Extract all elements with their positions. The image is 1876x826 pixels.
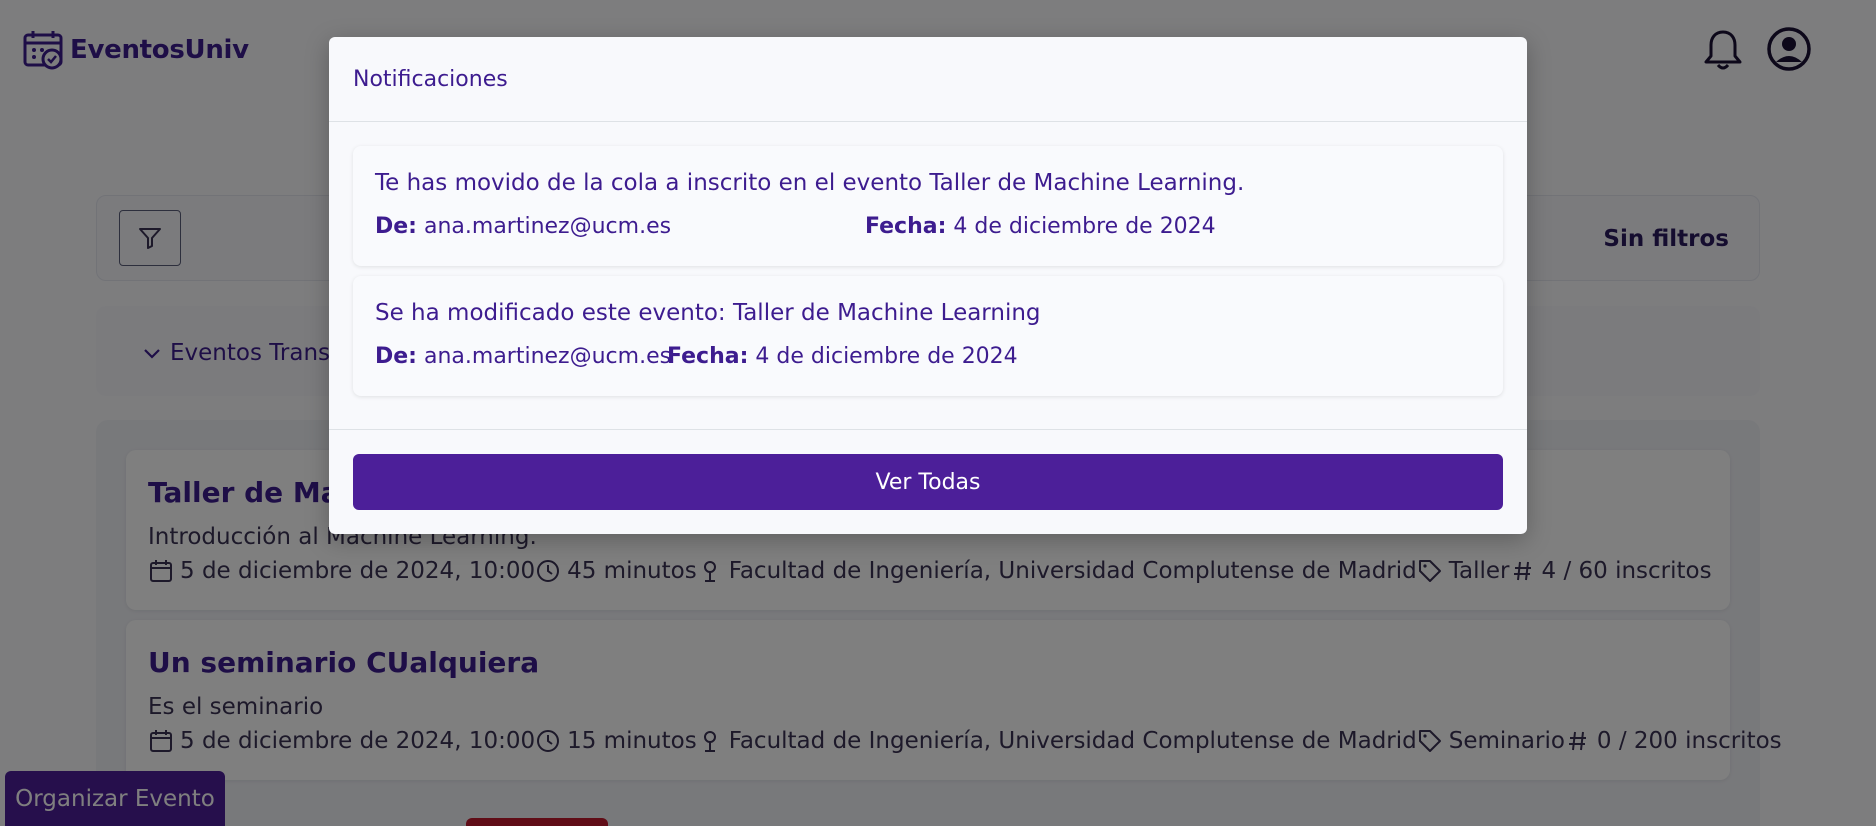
notification-sender: De: ana.martinez@ucm.es: [375, 214, 672, 239]
modal-title: Notificaciones: [353, 67, 508, 92]
notification-message: Te has movido de la cola a inscrito en e…: [375, 170, 1245, 196]
notification-date: Fecha: 4 de diciembre de 2024: [667, 344, 1018, 369]
modal-header: Notificaciones: [329, 37, 1527, 122]
notification-item[interactable]: Se ha modificado este evento: Taller de …: [353, 276, 1503, 396]
notification-message: Se ha modificado este evento: Taller de …: [375, 300, 1041, 326]
see-all-button[interactable]: Ver Todas: [353, 454, 1503, 510]
notifications-modal: Notificaciones Te has movido de la cola …: [329, 37, 1527, 534]
notification-item[interactable]: Te has movido de la cola a inscrito en e…: [353, 146, 1503, 266]
notification-date: Fecha: 4 de diciembre de 2024: [865, 214, 1216, 239]
modal-footer: Ver Todas: [329, 429, 1527, 534]
notification-sender: De: ana.martinez@ucm.es: [375, 344, 672, 369]
